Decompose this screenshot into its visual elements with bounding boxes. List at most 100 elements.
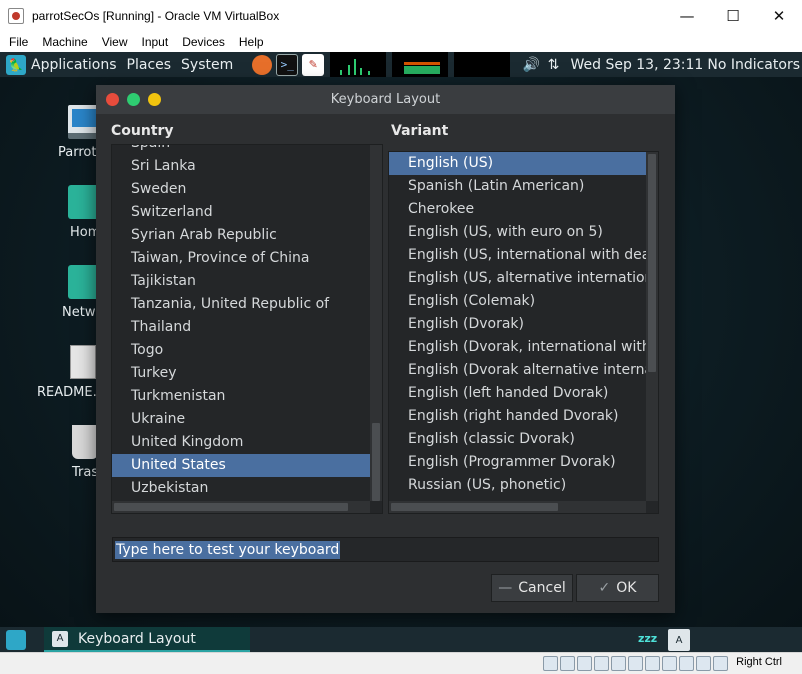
country-row[interactable]: Taiwan, Province of China [112,247,370,270]
variant-hscroll-thumb[interactable] [391,503,558,511]
readme-file-icon [70,345,96,379]
dialog-titlebar[interactable]: Keyboard Layout [96,85,675,114]
memory-monitor [392,52,449,77]
keyboard-layout-dialog: Keyboard Layout Country Variant SpainSri… [96,85,675,613]
applications-menu[interactable]: Applications [26,57,122,73]
country-row[interactable]: Togo [112,339,370,362]
variant-row[interactable]: Spanish (Latin American) [389,175,646,198]
cancel-label: Cancel [518,580,566,596]
country-scroll-thumb[interactable] [372,423,380,501]
variant-row[interactable]: English (Dvorak) [389,313,646,336]
menu-file[interactable]: File [0,35,35,49]
network-adapter-icon[interactable] [594,656,609,671]
minimize-button[interactable]: — [664,0,710,32]
terminal-icon[interactable]: >_ [276,53,299,76]
places-menu[interactable]: Places [122,57,177,73]
virtualbox-icon [8,8,24,24]
usb-icon[interactable] [611,656,626,671]
country-row[interactable]: Uzbekistan [112,477,370,500]
dialog-maximize-button[interactable] [127,93,140,106]
variant-row[interactable]: English (right handed Dvorak) [389,405,646,428]
keyboard-indicator-icon[interactable]: A [668,629,690,651]
menu-input[interactable]: Input [135,35,176,49]
country-row[interactable]: United Kingdom [112,431,370,454]
variant-row[interactable]: English (Colemak) [389,290,646,313]
country-row[interactable]: Tajikistan [112,270,370,293]
vm-screen: 🦜 Applications Places System >_ ✎ 🔊 ⇅ We… [0,52,802,652]
dialog-close-button[interactable] [106,93,119,106]
variant-row[interactable]: English (US, alternative internationa [389,267,646,290]
system-menu[interactable]: System [176,57,238,73]
menu-devices[interactable]: Devices [175,35,232,49]
taskbar-item-label: Keyboard Layout [78,630,196,647]
country-hscroll-thumb[interactable] [114,503,348,511]
menu-view[interactable]: View [95,35,135,49]
bottom-panel: A Keyboard Layout zzz A [0,627,802,652]
variant-row[interactable]: English (left handed Dvorak) [389,382,646,405]
sleep-indicator-icon[interactable]: zzz [638,632,657,645]
keyboard-capture-icon[interactable] [713,656,728,671]
country-row[interactable]: United States [112,454,370,477]
variant-scroll-thumb[interactable] [648,154,656,372]
keyboard-test-input[interactable] [112,537,659,562]
parrot-logo-icon[interactable]: 🦜 [6,54,26,75]
country-row[interactable]: Thailand [112,316,370,339]
optical-drive-icon[interactable] [560,656,575,671]
top-panel: 🦜 Applications Places System >_ ✎ 🔊 ⇅ We… [0,52,802,77]
variant-row[interactable]: Cherokee [389,198,646,221]
variant-row[interactable]: English (US, international with dead [389,244,646,267]
text-editor-icon[interactable]: ✎ [302,53,325,76]
desktop-icon-label: Parrot [58,145,97,160]
variant-horizontal-scrollbar[interactable] [389,501,646,513]
country-vertical-scrollbar[interactable] [370,145,382,501]
network-icon[interactable]: ⇅ [542,54,564,76]
hard-disk-icon[interactable] [543,656,558,671]
host-window-controls: — ☐ ✕ [664,0,802,32]
country-row[interactable]: Switzerland [112,201,370,224]
cpu-icon[interactable] [679,656,694,671]
menu-help[interactable]: Help [232,35,271,49]
country-row[interactable]: Sri Lanka [112,155,370,178]
dialog-minimize-button[interactable] [148,93,161,106]
mouse-integration-icon[interactable] [696,656,711,671]
country-header: Country [111,123,174,139]
host-key-label: Right Ctrl [736,656,782,668]
audio-icon[interactable] [577,656,592,671]
clock[interactable]: Wed Sep 13, 23:11 [570,57,703,73]
desktop-icon-label: README. [37,385,97,400]
cancel-button[interactable]: — Cancel [491,574,573,602]
show-desktop-icon[interactable] [6,630,26,650]
variant-row[interactable]: English (US, with euro on 5) [389,221,646,244]
variant-row[interactable]: English (Dvorak alternative internati [389,359,646,382]
country-row[interactable]: Spain [112,145,370,155]
country-row[interactable]: Tanzania, United Republic of [112,293,370,316]
close-button[interactable]: ✕ [756,0,802,32]
menu-machine[interactable]: Machine [35,35,94,49]
variant-vertical-scrollbar[interactable] [646,152,658,501]
country-row[interactable]: Turkmenistan [112,385,370,408]
desktop-icon-label: Netw [62,305,96,320]
variant-row[interactable]: English (classic Dvorak) [389,428,646,451]
country-row[interactable]: Turkey [112,362,370,385]
country-horizontal-scrollbar[interactable] [112,501,370,513]
country-list[interactable]: SpainSri LankaSwedenSwitzerlandSyrian Ar… [111,144,383,514]
volume-icon[interactable]: 🔊 [520,54,542,76]
country-row[interactable]: Sweden [112,178,370,201]
host-window-title: parrotSecOs [Running] - Oracle VM Virtua… [32,9,280,23]
variant-row[interactable]: English (Programmer Dvorak) [389,451,646,474]
shared-folders-icon[interactable] [628,656,643,671]
taskbar-item-keyboard-layout[interactable]: A Keyboard Layout [44,627,250,652]
variant-list[interactable]: English (US) Spanish (Latin American) Cher… [388,151,659,514]
ok-button[interactable]: ✓ OK [576,574,659,602]
variant-row[interactable]: English (Dvorak, international with d [389,336,646,359]
cancel-icon: — [498,580,513,596]
variant-row[interactable]: Russian (US, phonetic) [389,474,646,497]
firefox-icon[interactable] [252,54,273,75]
video-capture-icon[interactable] [662,656,677,671]
country-row[interactable]: Syrian Arab Republic [112,224,370,247]
country-row[interactable]: Ukraine [112,408,370,431]
variant-row[interactable]: English (US) [389,152,646,175]
display-icon[interactable] [645,656,660,671]
maximize-button[interactable]: ☐ [710,0,756,32]
indicators-applet[interactable]: No Indicators [707,57,800,73]
